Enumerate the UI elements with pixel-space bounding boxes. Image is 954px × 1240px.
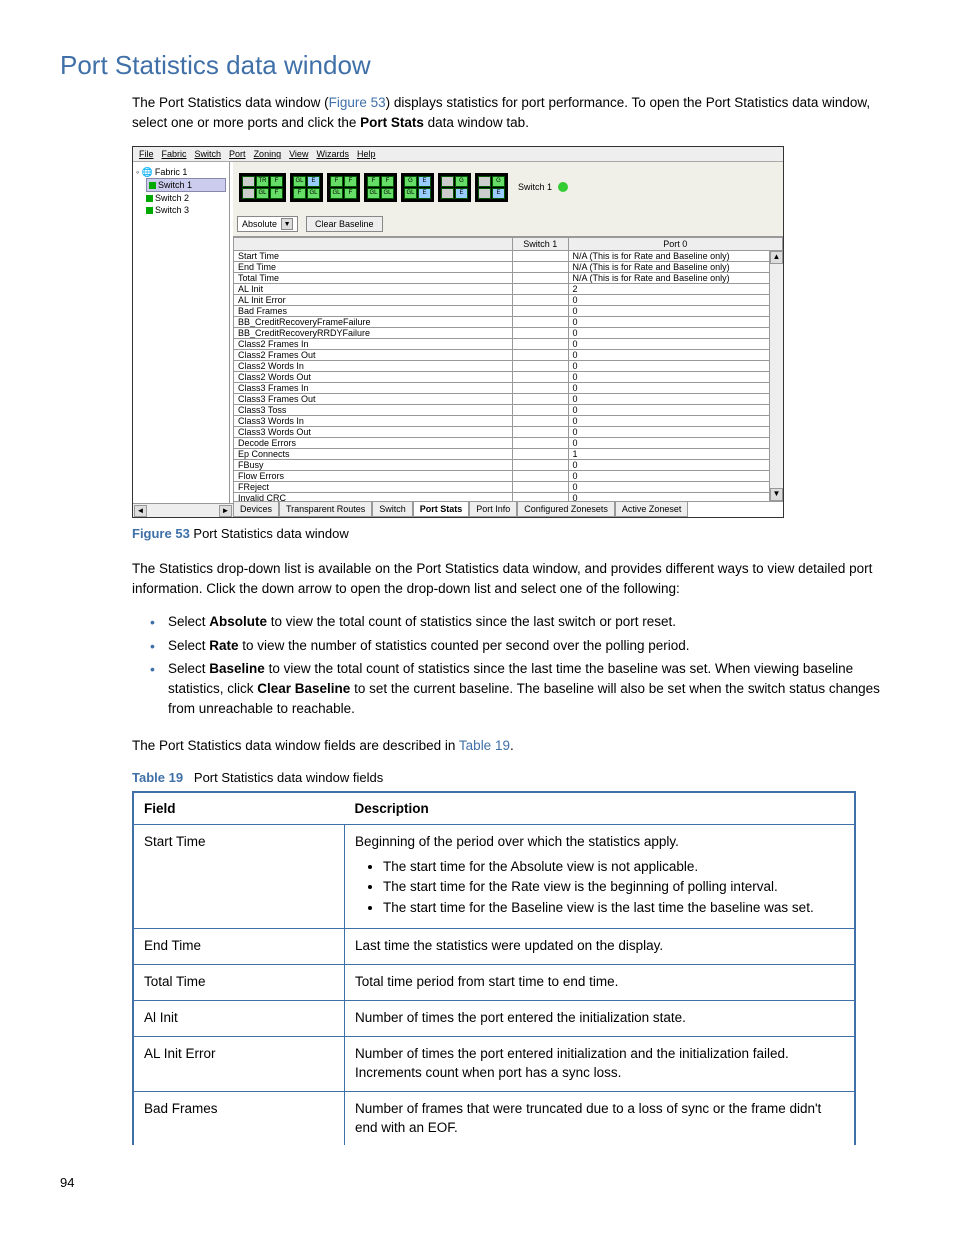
control-row: Absolute▼ Clear Baseline — [233, 212, 783, 236]
stats-table-wrap: Switch 1Port 0Start TimeN/A (This is for… — [233, 236, 783, 501]
menu-item[interactable]: Help — [357, 149, 376, 159]
menu-item[interactable]: Fabric — [162, 149, 187, 159]
text: The Port Statistics data window ( — [132, 95, 329, 110]
menu-item[interactable]: Wizards — [316, 149, 349, 159]
table-row: Bad FramesNumber of frames that were tru… — [133, 1091, 855, 1145]
list-item: Select Rate to view the number of statis… — [150, 636, 894, 656]
screenshot-figure: File Fabric Switch Port Zoning View Wizards Hel… — [132, 146, 784, 518]
table-row: Class3 Frames In0 — [234, 383, 783, 394]
table-row: Start TimeN/A (This is for Rate and Base… — [234, 251, 783, 262]
port-stats-bold: Port Stats — [360, 115, 424, 130]
field-description-table: FieldDescriptionStart TimeBeginning of t… — [132, 791, 856, 1146]
table-row: Class2 Words Out0 — [234, 372, 783, 383]
table-row: Bad Frames0 — [234, 306, 783, 317]
col-header: Port 0 — [568, 238, 782, 251]
table-row: End TimeLast time the statistics were up… — [133, 929, 855, 965]
menu-item[interactable]: Zoning — [254, 149, 282, 159]
table-row: Class2 Frames In0 — [234, 339, 783, 350]
table-row: AL Init ErrorNumber of times the port en… — [133, 1036, 855, 1091]
col-header: Switch 1 — [513, 238, 569, 251]
data-window-tabs: DevicesTransparent RoutesSwitchPort Stat… — [233, 501, 783, 517]
port-row: TRFGLF GLEFGL FFGLF FFGLGL GEGLE GE GE S… — [233, 162, 783, 212]
stats-mode-dropdown[interactable]: Absolute▼ — [237, 216, 298, 232]
scrollbar-v[interactable]: ▲▼ — [769, 251, 783, 501]
table-row: Ep Connects1 — [234, 449, 783, 460]
table-row: BB_CreditRecoveryFrameFailure0 — [234, 317, 783, 328]
col-header: Description — [345, 792, 856, 825]
tree-item[interactable]: Switch 2 — [146, 192, 226, 204]
table-row: AL Init Error0 — [234, 295, 783, 306]
intro-paragraph: The Port Statistics data window (Figure … — [132, 93, 894, 132]
clear-baseline-button[interactable]: Clear Baseline — [306, 216, 383, 232]
table-row: Total TimeN/A (This is for Rate and Base… — [234, 273, 783, 284]
figure-53-caption: Figure 53 Port Statistics data window — [132, 526, 894, 541]
switch-icon — [146, 207, 153, 214]
table-row: FBusy0 — [234, 460, 783, 471]
list-item: The start time for the Baseline view is … — [383, 899, 844, 918]
list-item: Select Absolute to view the total count … — [150, 612, 894, 632]
list-item: Select Baseline to view the total count … — [150, 659, 894, 718]
tree-root[interactable]: ◦ 🌐Fabric 1 — [136, 166, 226, 178]
menu-item[interactable]: File — [139, 149, 154, 159]
table-row: End TimeN/A (This is for Rate and Baseli… — [234, 262, 783, 273]
menu-item[interactable]: Switch — [195, 149, 222, 159]
menu-item[interactable]: Port — [229, 149, 246, 159]
text: data window tab. — [424, 115, 529, 130]
tree-scrollbar-h[interactable]: ◄► — [133, 503, 233, 517]
page-number: 94 — [60, 1175, 894, 1190]
list-item: The start time for the Rate view is the … — [383, 878, 844, 897]
table-row: Invalid CRC0 — [234, 493, 783, 502]
data-tab[interactable]: Port Info — [469, 502, 517, 517]
stats-table: Switch 1Port 0Start TimeN/A (This is for… — [233, 237, 783, 501]
paragraph-3: The Port Statistics data window fields a… — [132, 736, 894, 756]
table-row: Class2 Frames Out0 — [234, 350, 783, 361]
table-row: Start TimeBeginning of the period over w… — [133, 824, 855, 929]
table-row: Al InitNumber of times the port entered … — [133, 1000, 855, 1036]
table-row: Flow Errors0 — [234, 471, 783, 482]
table-19-caption: Table 19 Port Statistics data window fie… — [132, 770, 894, 785]
table-19-link[interactable]: Table 19 — [459, 738, 510, 753]
tree-item[interactable]: Switch 1 — [146, 178, 226, 192]
col-header: Field — [133, 792, 345, 825]
data-tab[interactable]: Transparent Routes — [279, 502, 372, 517]
table-row: Decode Errors0 — [234, 438, 783, 449]
list-item: The start time for the Absolute view is … — [383, 858, 844, 877]
table-row: FReject0 — [234, 482, 783, 493]
page-title: Port Statistics data window — [60, 50, 894, 81]
col-header — [234, 238, 513, 251]
table-row: Class3 Frames Out0 — [234, 394, 783, 405]
fabric-tree: ◦ 🌐Fabric 1 Switch 1Switch 2Switch 3 — [133, 162, 230, 503]
status-dot-icon — [558, 182, 568, 192]
menu-item[interactable]: View — [289, 149, 308, 159]
options-list: Select Absolute to view the total count … — [150, 612, 894, 718]
figure-53-link[interactable]: Figure 53 — [329, 95, 386, 110]
switch-label: Switch 1 — [518, 182, 552, 192]
switch-icon — [146, 195, 153, 202]
table-row: Class3 Words Out0 — [234, 427, 783, 438]
switch-icon — [149, 182, 156, 189]
data-tab[interactable]: Configured Zonesets — [517, 502, 615, 517]
data-tab[interactable]: Port Stats — [413, 502, 470, 517]
data-tab[interactable]: Devices — [233, 502, 279, 517]
table-row: AL Init2 — [234, 284, 783, 295]
tree-item[interactable]: Switch 3 — [146, 204, 226, 216]
paragraph-2: The Statistics drop-down list is availab… — [132, 559, 894, 598]
chevron-down-icon: ▼ — [281, 218, 293, 230]
table-row: Class2 Words In0 — [234, 361, 783, 372]
menubar: File Fabric Switch Port Zoning View Wizards Hel… — [133, 147, 783, 162]
data-tab[interactable]: Active Zoneset — [615, 502, 689, 517]
table-row: BB_CreditRecoveryRRDYFailure0 — [234, 328, 783, 339]
data-tab[interactable]: Switch — [372, 502, 413, 517]
table-row: Total TimeTotal time period from start t… — [133, 965, 855, 1001]
table-row: Class3 Toss0 — [234, 405, 783, 416]
table-row: Class3 Words In0 — [234, 416, 783, 427]
